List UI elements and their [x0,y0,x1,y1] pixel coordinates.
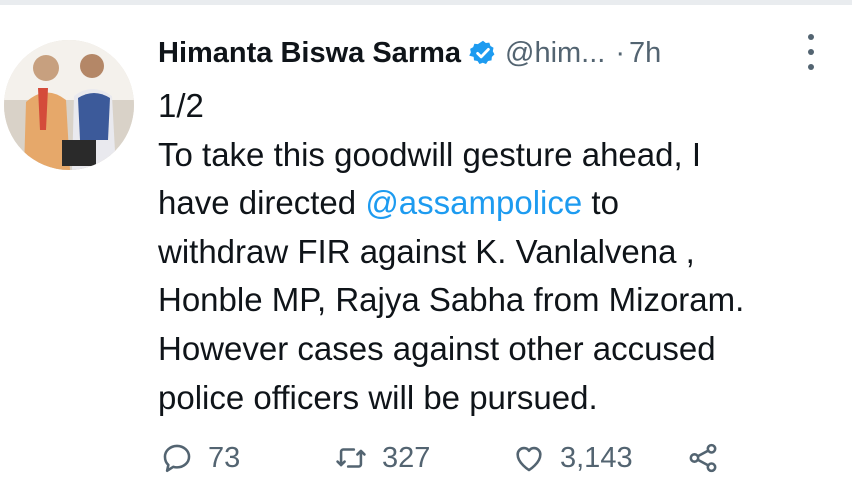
tweet-line: 1/2 [158,87,204,124]
tweet-line: withdraw FIR against K. Vanlalvena , [158,232,695,270]
retweet-button[interactable]: 327 [334,436,430,480]
tweet-text: 1/2 To take this goodwill gesture ahead,… [158,82,838,422]
author-name[interactable]: Himanta Biswa Sarma [158,37,461,70]
tweet-header: Himanta Biswa Sarma @him... · 7h [158,30,838,76]
top-divider [0,0,852,5]
avatar-photo [4,40,134,170]
tweet-line-prefix: have directed [158,184,366,222]
tweet-line: have directed @assampolice to [158,179,838,228]
share-icon [689,443,717,473]
tweet-line: To take this goodwill gesture ahead, I [158,135,702,173]
author-handle[interactable]: @him... [505,37,605,70]
tweet-line: Honble MP, Rajya Sabha from Mizoram. [158,281,745,319]
like-count: 3,143 [560,441,633,474]
tweet-line: police officers will be pursued. [158,378,598,416]
retweet-icon [336,448,366,468]
separator-dot: · [615,36,626,69]
retweet-count: 327 [382,441,431,474]
avatar[interactable] [4,40,134,170]
reply-icon [163,444,191,473]
verified-badge-icon [469,40,495,64]
tweet-line-suffix: to [582,184,619,222]
mention-link[interactable]: @assampolice [365,184,582,221]
timestamp[interactable]: 7h [629,37,661,70]
tweet-actions: 73 327 3,143 [160,436,840,480]
heart-icon [516,446,542,472]
reply-button[interactable]: 73 [160,436,240,480]
tweet-line: However cases against other accused [158,329,716,367]
more-vertical-icon[interactable] [801,34,821,70]
share-button[interactable] [686,436,720,480]
like-button[interactable]: 3,143 [512,436,633,480]
reply-count: 73 [208,441,241,474]
